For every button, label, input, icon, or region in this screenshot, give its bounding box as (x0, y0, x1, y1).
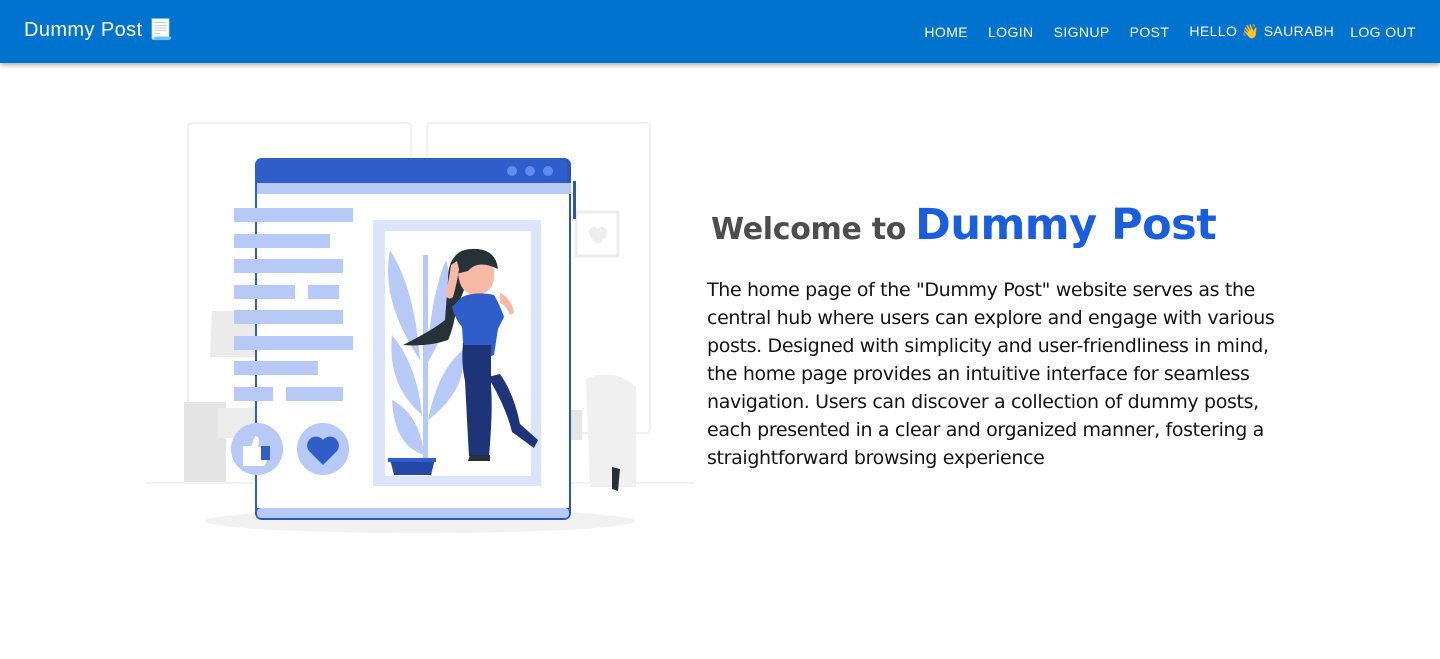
nav-link-post[interactable]: Post (1130, 24, 1170, 40)
nav-user-greeting: Hello 👋 Saurabh (1189, 23, 1335, 39)
nav-link-home[interactable]: Home (924, 24, 968, 40)
top-navbar: Dummy Post 📃 Home Login Signup Post Hell… (0, 0, 1440, 63)
welcome-brand-name: Dummy Post (915, 200, 1217, 250)
brand-link[interactable]: Dummy Post 📃 (24, 17, 174, 42)
welcome-prefix: Welcome to (711, 212, 907, 247)
nav-link-logout[interactable]: Log out (1350, 24, 1416, 40)
nav-link-login[interactable]: Login (988, 24, 1034, 40)
welcome-heading: Welcome to Dummy Post (711, 200, 1217, 250)
hero-description: The home page of the "Dummy Post" websit… (707, 279, 1275, 469)
nav-links: Home Login Signup Post Hello 👋 Saurabh L… (904, 0, 1416, 63)
hero-illustration (145, 122, 695, 533)
nav-link-signup[interactable]: Signup (1054, 24, 1110, 40)
